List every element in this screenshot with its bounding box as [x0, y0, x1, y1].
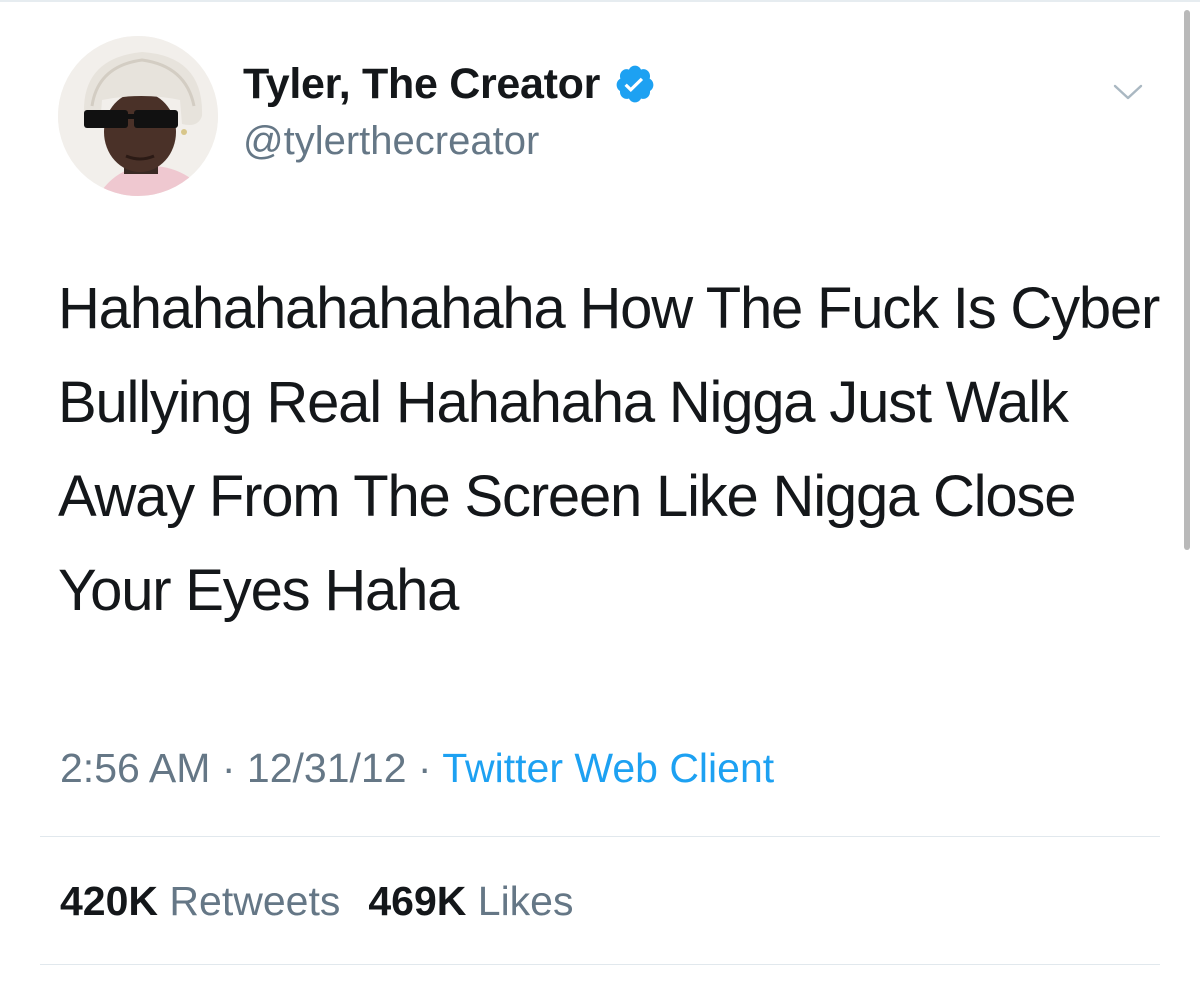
display-name-row: Tyler, The Creator: [243, 58, 656, 110]
display-name[interactable]: Tyler, The Creator: [243, 58, 600, 110]
tweet-card: Tyler, The Creator @tylerthecreator Haha…: [0, 0, 1200, 999]
likes-count: 469K: [368, 878, 467, 924]
tweet-time[interactable]: 2:56 AM: [60, 745, 210, 791]
likes-label: Likes: [477, 878, 574, 924]
tweet-source-link[interactable]: Twitter Web Client: [442, 745, 774, 791]
meta-separator: ·: [221, 745, 236, 791]
verified-badge-icon: [614, 63, 656, 105]
likes-stat[interactable]: 469K Likes: [368, 875, 573, 927]
chevron-down-icon[interactable]: [1108, 76, 1148, 106]
tweet-date[interactable]: 12/31/12: [247, 745, 407, 791]
tweet-meta: 2:56 AM · 12/31/12 · Twitter Web Client: [60, 742, 774, 794]
avatar-image: [58, 36, 218, 196]
tweet-stats: 420K Retweets 469K Likes: [60, 875, 601, 927]
tweet-text: Hahahahahahahaha How The Fuck Is Cyber B…: [58, 276, 1160, 623]
divider: [40, 964, 1160, 965]
retweets-count: 420K: [60, 878, 159, 924]
avatar[interactable]: [58, 36, 218, 196]
meta-separator: ·: [417, 745, 432, 791]
scrollbar[interactable]: [1184, 10, 1190, 550]
author-block: Tyler, The Creator @tylerthecreator: [243, 58, 656, 166]
author-handle[interactable]: @tylerthecreator: [243, 116, 656, 166]
retweets-stat[interactable]: 420K Retweets: [60, 875, 340, 927]
divider: [40, 836, 1160, 837]
retweets-label: Retweets: [169, 878, 341, 924]
